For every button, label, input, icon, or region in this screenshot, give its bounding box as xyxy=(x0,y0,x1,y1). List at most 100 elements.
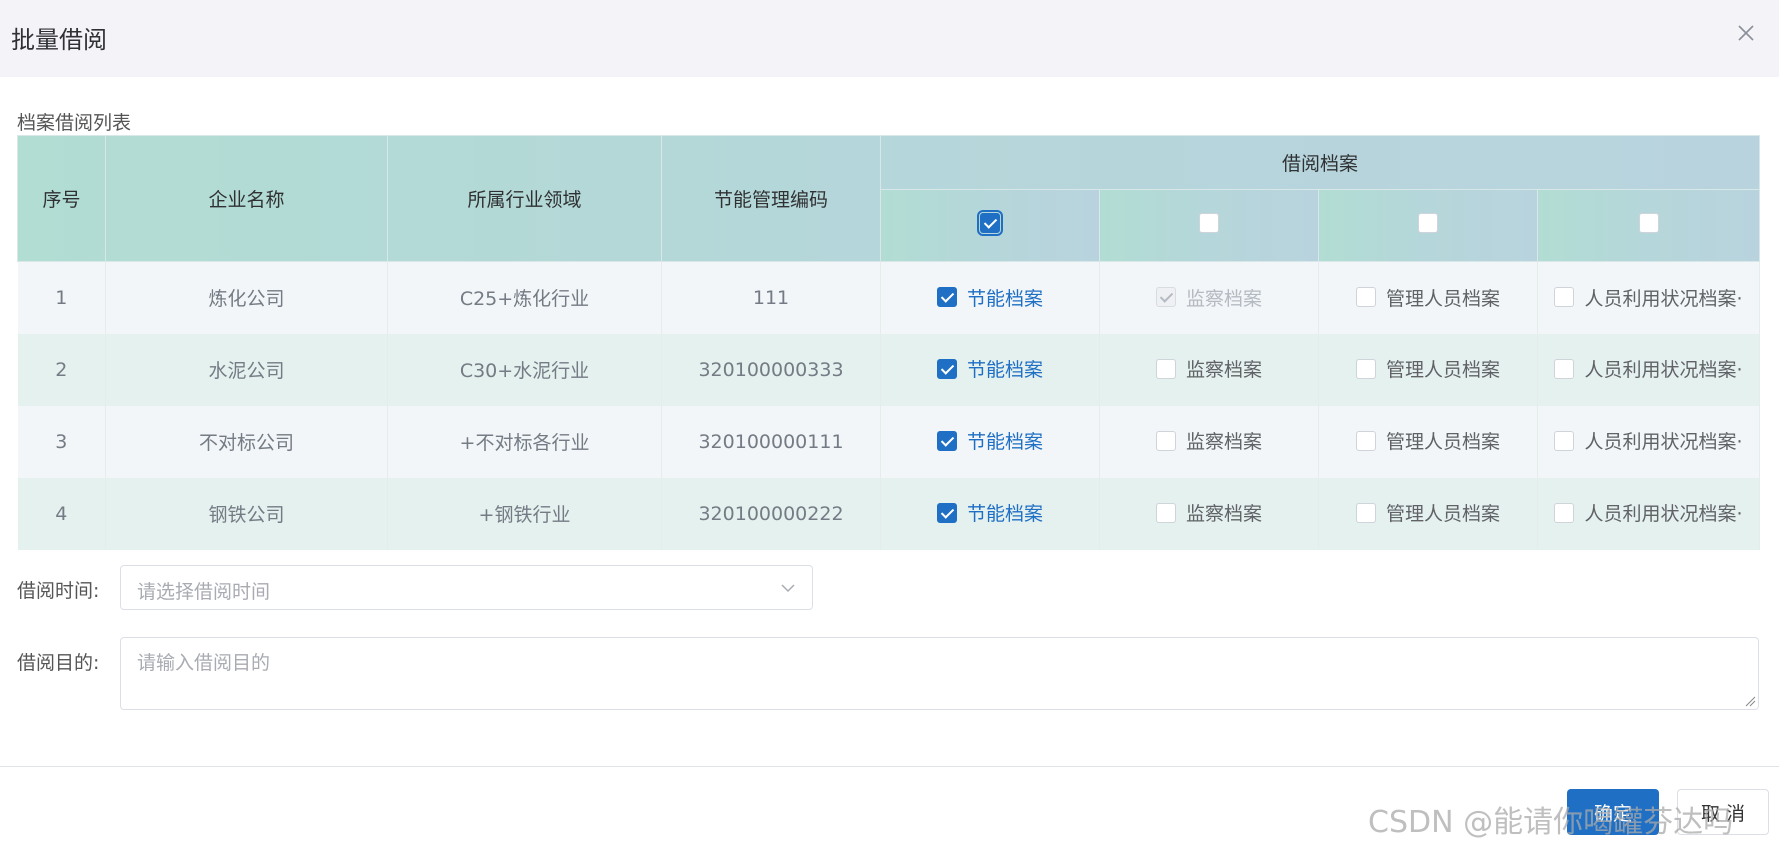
file-checkbox-option[interactable]: 节能档案 xyxy=(936,355,1043,382)
file-checkbox-option[interactable]: 监察档案 xyxy=(1155,427,1262,454)
file-type-label: 节能档案 xyxy=(966,503,1043,526)
cell-company: 水泥公司 xyxy=(105,333,388,406)
cell-company: 炼化公司 xyxy=(105,261,388,334)
file-type-label: 管理人员档案 xyxy=(1385,359,1500,382)
cell-file-option: 管理人员档案 xyxy=(1318,477,1538,550)
cell-file-option: 监察档案 xyxy=(1099,477,1319,550)
cell-index: 4 xyxy=(17,477,106,550)
table-row: 1 炼化公司 C25+炼化行业 111 节能档案 监察档案 管理人员档案 人员利用状况档案· xyxy=(17,261,1761,334)
cell-file-option: 节能档案 xyxy=(880,261,1100,334)
file-type-label: 管理人员档案 xyxy=(1385,431,1500,454)
cell-file-option: 管理人员档案 xyxy=(1318,333,1538,406)
cell-code: 111 xyxy=(661,261,881,334)
file-type-label: 监察档案 xyxy=(1185,287,1262,310)
file-checkbox-option[interactable]: 管理人员档案 xyxy=(1355,355,1500,382)
resize-handle-icon[interactable] xyxy=(1744,695,1756,707)
file-checkbox-option[interactable]: 人员利用状况档案· xyxy=(1554,427,1743,454)
col-header-industry: 所属行业领域 xyxy=(387,135,662,262)
watermark: CSDN @能请你喝罐芬达吗 xyxy=(1368,805,1734,840)
file-type-label: 管理人员档案 xyxy=(1385,287,1500,310)
cell-file-option: 监察档案 xyxy=(1099,405,1319,478)
file-type-label: 管理人员档案 xyxy=(1385,503,1500,526)
section-title: 档案借阅列表 xyxy=(17,112,132,134)
col-header-group: 借阅档案 xyxy=(879,135,1761,190)
file-type-label: 监察档案 xyxy=(1185,431,1262,454)
cell-industry: +不对标各行业 xyxy=(387,405,662,478)
cell-file-option: 人员利用状况档案· xyxy=(1537,333,1761,406)
file-checkbox-option[interactable]: 管理人员档案 xyxy=(1355,499,1500,526)
cell-industry: C30+水泥行业 xyxy=(387,333,662,406)
footer-divider xyxy=(0,766,1779,767)
col-header-check-1 xyxy=(880,189,1100,262)
cell-file-option: 节能档案 xyxy=(880,477,1100,550)
checkbox[interactable] xyxy=(1554,358,1575,379)
col-header-company: 企业名称 xyxy=(105,135,388,262)
cell-index: 3 xyxy=(17,405,106,478)
borrow-purpose-input[interactable]: 请输入借阅目的 xyxy=(120,637,1759,710)
select-all-checkbox[interactable] xyxy=(977,210,1003,236)
checkbox[interactable] xyxy=(1355,502,1376,523)
cell-company: 不对标公司 xyxy=(105,405,388,478)
cell-file-option: 管理人员档案 xyxy=(1318,261,1538,334)
checkbox[interactable] xyxy=(1554,287,1575,307)
file-type-label: 人员利用状况档案· xyxy=(1584,503,1743,526)
file-checkbox-option[interactable]: 节能档案 xyxy=(936,284,1043,311)
file-checkbox-option: 监察档案 xyxy=(1155,284,1262,311)
checkbox[interactable] xyxy=(936,430,957,451)
col-header-check-3 xyxy=(1318,189,1538,262)
borrow-purpose-placeholder: 请输入借阅目的 xyxy=(137,652,271,674)
cell-file-option: 人员利用状况档案· xyxy=(1537,477,1761,550)
checkbox[interactable] xyxy=(1155,358,1176,379)
file-type-label: 监察档案 xyxy=(1185,503,1262,526)
checkbox[interactable] xyxy=(1355,358,1376,379)
file-type-label: 监察档案 xyxy=(1185,359,1262,382)
table-row: 2 水泥公司 C30+水泥行业 320100000333 节能档案 监察档案 管理人员档案 人… xyxy=(17,333,1761,406)
borrow-time-placeholder: 请选择借阅时间 xyxy=(137,581,271,603)
cell-code: 320100000222 xyxy=(661,477,881,550)
dialog-title: 批量借阅 xyxy=(11,26,107,54)
checkbox xyxy=(1155,287,1176,307)
cell-file-option: 监察档案 xyxy=(1099,333,1319,406)
checkbox[interactable] xyxy=(1554,502,1575,523)
table-row: 4 钢铁公司 +钢铁行业 320100000222 节能档案 监察档案 管理人员档案 人员利用… xyxy=(17,477,1761,550)
file-checkbox-option[interactable]: 节能档案 xyxy=(936,427,1043,454)
file-checkbox-option[interactable]: 人员利用状况档案· xyxy=(1554,355,1743,382)
checkbox[interactable] xyxy=(1155,502,1176,523)
col-header-index: 序号 xyxy=(17,135,106,262)
cell-file-option: 监察档案 xyxy=(1099,261,1319,334)
checkbox[interactable] xyxy=(1155,430,1176,451)
cell-industry: C25+炼化行业 xyxy=(387,261,662,334)
cell-code: 320100000333 xyxy=(661,333,881,406)
file-checkbox-option[interactable]: 监察档案 xyxy=(1155,499,1262,526)
file-type-label: 人员利用状况档案· xyxy=(1584,359,1743,382)
cell-file-option: 人员利用状况档案· xyxy=(1537,261,1761,334)
col-header-check-4 xyxy=(1536,189,1761,262)
checkbox[interactable] xyxy=(1355,430,1376,451)
select-all-checkbox[interactable] xyxy=(1418,213,1438,233)
checkbox[interactable] xyxy=(936,358,957,379)
file-type-label: 人员利用状况档案· xyxy=(1584,431,1743,454)
file-checkbox-option[interactable]: 管理人员档案 xyxy=(1355,427,1500,454)
checkbox[interactable] xyxy=(1554,430,1575,451)
close-icon[interactable] xyxy=(1733,20,1759,46)
cell-index: 1 xyxy=(17,261,106,334)
checkbox[interactable] xyxy=(1355,287,1376,307)
cell-code: 320100000111 xyxy=(661,405,881,478)
borrow-time-label: 借阅时间: xyxy=(17,580,100,602)
select-all-checkbox[interactable] xyxy=(1638,213,1659,233)
checkbox[interactable] xyxy=(936,287,957,307)
file-checkbox-option[interactable]: 管理人员档案 xyxy=(1355,284,1500,311)
file-checkbox-option[interactable]: 人员利用状况档案· xyxy=(1554,284,1743,311)
dialog-header: 批量借阅 xyxy=(0,0,1779,77)
borrow-purpose-label: 借阅目的: xyxy=(17,652,100,674)
file-checkbox-option[interactable]: 节能档案 xyxy=(936,499,1043,526)
file-checkbox-option[interactable]: 人员利用状况档案· xyxy=(1554,499,1743,526)
cell-file-option: 节能档案 xyxy=(880,405,1100,478)
borrow-time-select[interactable]: 请选择借阅时间 xyxy=(120,565,813,610)
select-all-checkbox[interactable] xyxy=(1199,213,1219,233)
file-type-label: 节能档案 xyxy=(966,359,1043,382)
file-checkbox-option[interactable]: 监察档案 xyxy=(1155,355,1262,382)
checkbox[interactable] xyxy=(936,502,957,523)
table-row: 3 不对标公司 +不对标各行业 320100000111 节能档案 监察档案 管理人员档案 人… xyxy=(17,405,1761,478)
file-type-label: 节能档案 xyxy=(966,287,1043,310)
